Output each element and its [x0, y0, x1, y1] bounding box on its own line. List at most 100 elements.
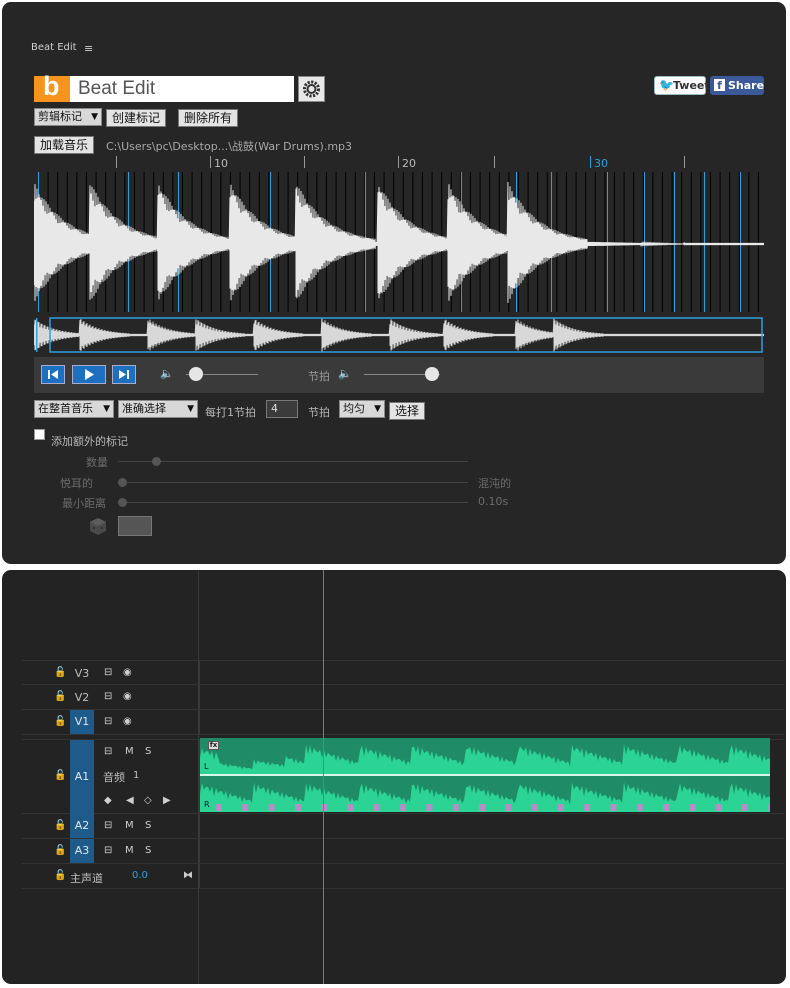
- sync-lock-icon[interactable]: ⊟: [104, 667, 112, 678]
- track-header-a3: 🔓 A3 ⊟ M S: [22, 839, 200, 863]
- marker-color-swatch[interactable]: [118, 516, 152, 536]
- min-distance-value: 0.10s: [478, 495, 509, 508]
- keyframe-icon[interactable]: ◆: [104, 795, 112, 806]
- audio-clip[interactable]: [200, 738, 770, 812]
- lock-icon[interactable]: 🔓: [54, 716, 66, 727]
- track-row-master: 🔓 主声道 0.0 ⧓: [22, 864, 784, 889]
- sync-lock-icon[interactable]: ⊟: [104, 820, 112, 831]
- eye-icon[interactable]: ◉: [123, 691, 132, 702]
- min-distance-slider-track[interactable]: [118, 502, 468, 503]
- lock-icon[interactable]: 🔓: [54, 691, 66, 702]
- next-keyframe-icon[interactable]: ▶: [163, 795, 171, 806]
- beat-speaker-icon: 🔈: [338, 367, 352, 380]
- min-distance-slider-handle[interactable]: [118, 498, 127, 507]
- track-number: 1: [133, 770, 140, 781]
- playhead[interactable]: [323, 570, 324, 984]
- beat-edit-logo: b: [34, 71, 70, 102]
- beat-volume-handle[interactable]: [425, 367, 439, 381]
- sync-lock-icon[interactable]: ⊟: [104, 691, 112, 702]
- next-button[interactable]: [112, 365, 136, 384]
- mute-button[interactable]: M: [125, 820, 134, 831]
- sync-lock-icon[interactable]: ⊟: [104, 845, 112, 856]
- master-volume-value[interactable]: 0.0: [132, 870, 148, 881]
- track-name[interactable]: V2: [70, 691, 94, 704]
- extra-markers-label: 添加额外的标记: [51, 435, 128, 448]
- track-row-v1: 🔓 V1 ⊟ ◉: [22, 710, 784, 735]
- sync-lock-icon[interactable]: ⊟: [104, 716, 112, 727]
- settings-button[interactable]: [298, 76, 325, 102]
- beat-marker-line: [710, 172, 711, 312]
- track-name[interactable]: A3: [70, 839, 94, 863]
- name-field[interactable]: Beat Edit: [70, 76, 294, 102]
- create-marker-button[interactable]: 创建标记: [106, 109, 167, 127]
- lock-icon[interactable]: 🔓: [54, 870, 66, 881]
- beat-edit-panel: Beat Edit ≡ b Beat Edit 🐦 Tweet f Share …: [2, 2, 786, 564]
- lock-icon[interactable]: 🔓: [54, 845, 66, 856]
- count-slider-track[interactable]: [118, 461, 468, 462]
- random-dice-icon[interactable]: [88, 516, 108, 536]
- extra-markers-checkbox[interactable]: [34, 429, 45, 440]
- play-button[interactable]: [72, 365, 106, 384]
- select-button[interactable]: 选择: [389, 402, 426, 420]
- clip-beat-marker: [216, 804, 222, 811]
- dropdown-arrow-icon: ▼: [103, 404, 110, 414]
- mute-button[interactable]: M: [125, 746, 134, 757]
- mute-button[interactable]: M: [125, 845, 134, 856]
- overview-waveform[interactable]: [34, 314, 764, 354]
- track-name[interactable]: A2: [70, 814, 94, 838]
- track-name[interactable]: V1: [70, 710, 94, 734]
- beat-marker-line: [623, 172, 625, 312]
- track-name[interactable]: A1: [70, 740, 94, 814]
- clip-beat-marker: [426, 804, 433, 811]
- beat-marker-line: [719, 172, 721, 312]
- channel-right-label: R: [204, 800, 210, 809]
- every-label: 每打1节拍: [205, 406, 256, 419]
- range-select[interactable]: 在整首音乐 ▼: [34, 400, 114, 418]
- distribution-select[interactable]: 均匀 ▼: [339, 400, 385, 418]
- accent-marker-line: [607, 172, 608, 312]
- go-to-in-out-icon[interactable]: ⧓: [183, 870, 193, 881]
- add-keyframe-icon[interactable]: ◇: [144, 795, 152, 806]
- chaotic-label: 混沌的: [478, 477, 511, 490]
- track-row-a3: 🔓 A3 ⊟ M S: [22, 839, 784, 864]
- eye-icon[interactable]: ◉: [123, 667, 132, 678]
- pleasant-label: 悦耳的: [60, 477, 93, 490]
- track-name[interactable]: V3: [70, 667, 94, 680]
- lock-icon[interactable]: 🔓: [54, 770, 66, 781]
- solo-button[interactable]: S: [145, 845, 151, 856]
- previous-button[interactable]: [41, 365, 65, 384]
- count-slider-handle[interactable]: [152, 457, 161, 466]
- lock-icon[interactable]: 🔓: [54, 820, 66, 831]
- volume-slider-handle[interactable]: [189, 367, 203, 381]
- main-waveform[interactable]: [34, 172, 764, 312]
- tone-slider-handle[interactable]: [118, 478, 127, 487]
- delete-all-button[interactable]: 删除所有: [178, 109, 239, 127]
- sync-lock-icon[interactable]: ⊟: [104, 746, 112, 757]
- eye-icon[interactable]: ◉: [123, 716, 132, 727]
- panel-menu-icon[interactable]: ≡: [84, 42, 93, 55]
- master-label: 主声道: [70, 872, 103, 885]
- every-input[interactable]: 4: [266, 400, 298, 418]
- precision-select-value: 准确选择: [122, 402, 166, 415]
- clip-beat-marker: [636, 804, 643, 811]
- tone-slider-track[interactable]: [118, 482, 468, 483]
- beat-marker-line: [614, 172, 615, 312]
- marker-mode-select[interactable]: 剪辑标记 ▼: [34, 108, 102, 126]
- track-header-a2: 🔓 A2 ⊟ M S: [22, 814, 200, 838]
- tweet-button[interactable]: 🐦 Tweet: [654, 76, 710, 95]
- lock-icon[interactable]: 🔓: [54, 667, 66, 678]
- solo-button[interactable]: S: [145, 820, 151, 831]
- track-row-a2: 🔓 A2 ⊟ M S: [22, 814, 784, 839]
- play-icon: [85, 369, 94, 380]
- solo-button[interactable]: S: [145, 746, 151, 757]
- accent-marker-line: [704, 172, 705, 312]
- share-button[interactable]: f Share: [710, 76, 764, 95]
- channel-left-label: L: [204, 762, 209, 771]
- dropdown-arrow-icon: ▼: [187, 404, 194, 414]
- skip-back-icon: [48, 370, 58, 379]
- clip-beat-marker: [689, 804, 696, 811]
- clip-beat-marker: [715, 804, 722, 811]
- load-music-button[interactable]: 加载音乐: [34, 136, 95, 154]
- precision-select[interactable]: 准确选择 ▼: [118, 400, 198, 418]
- prev-keyframe-icon[interactable]: ◀: [126, 795, 134, 806]
